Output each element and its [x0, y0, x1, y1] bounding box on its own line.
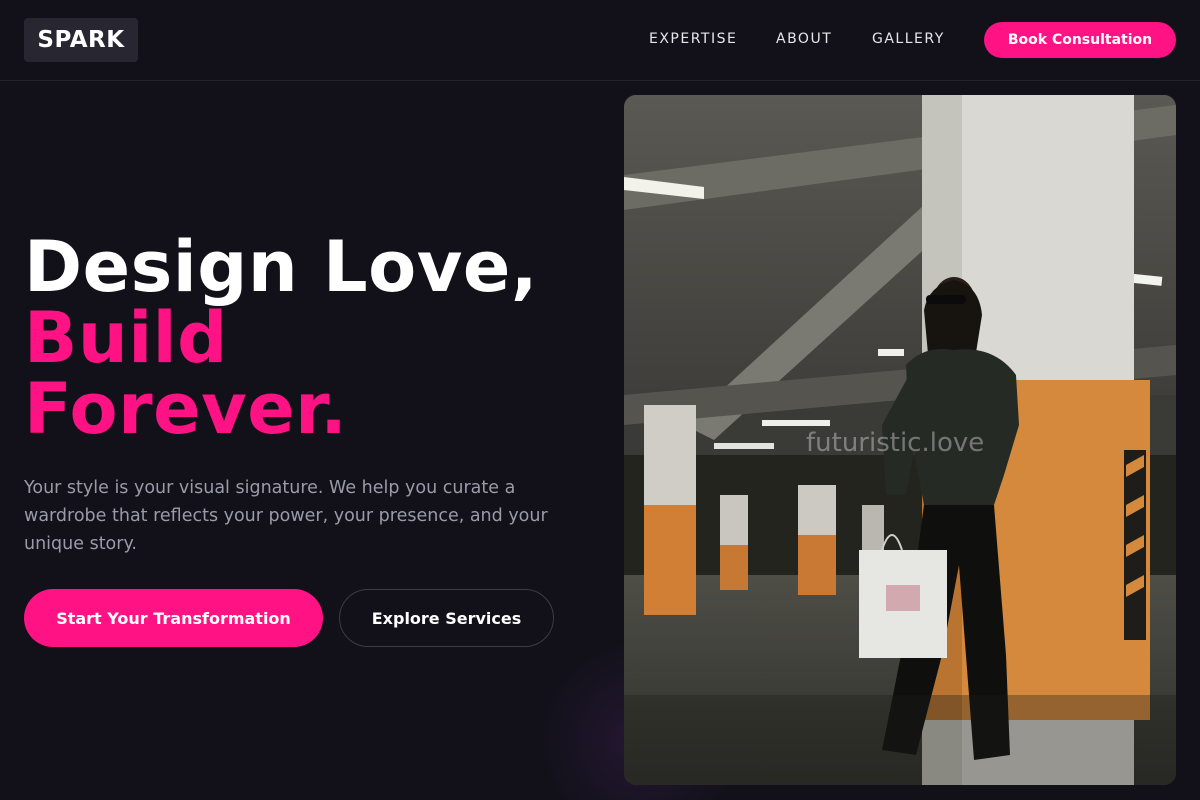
nav-link-gallery[interactable]: GALLERY: [872, 30, 945, 48]
hero-headline: Design Love, Build Forever.: [24, 232, 604, 445]
headline-line-1: Design Love,: [24, 226, 538, 308]
nav-link-about[interactable]: ABOUT: [776, 30, 832, 48]
start-transformation-button[interactable]: Start Your Transformation: [24, 589, 323, 647]
landing-page: SPARK EXPERTISE ABOUT GALLERY Book Consu…: [0, 0, 1200, 800]
hero-image: futuristic.love: [624, 95, 1176, 785]
image-watermark: futuristic.love: [806, 428, 985, 458]
headline-line-3: Forever.: [24, 368, 348, 450]
hero-subtext: Your style is your visual signature. We …: [24, 478, 548, 554]
headline-line-2: Build: [24, 297, 228, 379]
site-header: SPARK EXPERTISE ABOUT GALLERY Book Consu…: [0, 0, 1200, 81]
nav-link-expertise[interactable]: EXPERTISE: [649, 30, 737, 48]
logo[interactable]: SPARK: [24, 18, 138, 62]
explore-services-button[interactable]: Explore Services: [339, 589, 554, 647]
book-consultation-button[interactable]: Book Consultation: [984, 22, 1176, 58]
